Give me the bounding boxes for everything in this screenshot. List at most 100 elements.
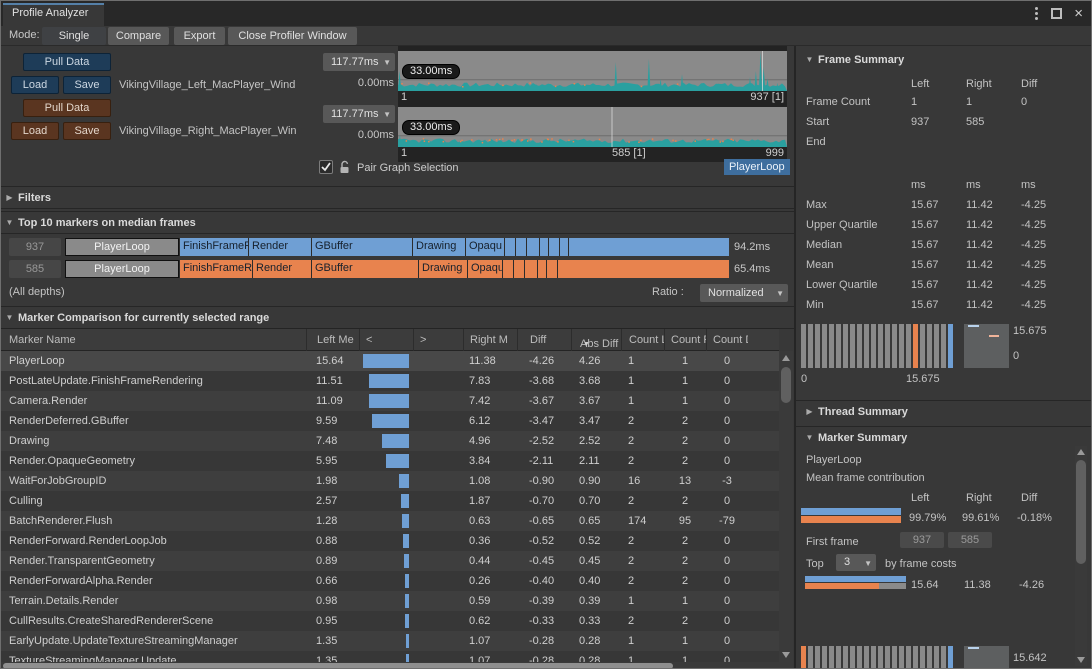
column-header->[interactable]: > [413, 329, 463, 351]
column-header-abs-diff[interactable]: Abs Diff▼ [571, 329, 621, 351]
save-right-button[interactable]: Save [63, 122, 111, 140]
table-row[interactable]: TextureStreamingManager.Update1.351.07-0… [1, 651, 779, 662]
frame-histogram[interactable] [801, 324, 957, 368]
scrollbar-thumb[interactable] [1076, 460, 1086, 564]
cell [413, 531, 463, 551]
marker-segment-small[interactable] [549, 238, 559, 256]
table-row[interactable]: RenderDeferred.GBuffer9.596.12-3.473.472… [1, 411, 779, 431]
marker-segment[interactable]: FinishFrameR [180, 238, 248, 256]
cell: -0.90 [517, 471, 571, 491]
window-menu-icon[interactable] [1034, 6, 1039, 21]
marker-segment[interactable]: PlayerLoop [65, 238, 179, 256]
table-row[interactable]: CullResults.CreateSharedRendererScene0.9… [1, 611, 779, 631]
scrollbar-thumb[interactable] [3, 663, 673, 669]
pair-graph-selection-checkbox[interactable] [319, 160, 333, 174]
table-row[interactable]: Render.OpaqueGeometry5.953.84-2.112.1122… [1, 451, 779, 471]
marker-segment[interactable]: Render [253, 260, 311, 278]
table-row[interactable]: WaitForJobGroupID1.981.08-0.900.901613-3 [1, 471, 779, 491]
maximize-icon[interactable] [1051, 8, 1062, 19]
top10-section-header[interactable]: ▼Top 10 markers on median frames [1, 211, 794, 234]
table-row[interactable]: PlayerLoop15.6411.38-4.264.26110 [1, 351, 779, 371]
marker-segment-small[interactable] [514, 260, 524, 278]
marker-segment-small[interactable] [569, 238, 729, 256]
unlock-icon[interactable] [339, 160, 350, 177]
table-row[interactable]: RenderForwardAlpha.Render0.660.26-0.400.… [1, 571, 779, 591]
table-row[interactable]: Camera.Render11.097.42-3.673.67110 [1, 391, 779, 411]
first-frame-left-button[interactable]: 937 [900, 532, 944, 548]
table-row[interactable]: PostLateUpdate.FinishFrameRendering11.51… [1, 371, 779, 391]
marker-segment[interactable]: Drawing [419, 260, 467, 278]
load-right-button[interactable]: Load [11, 122, 59, 140]
ratio-dropdown[interactable]: Normalized▼ [700, 284, 788, 302]
frame-summary-header[interactable]: ▼Frame Summary [801, 54, 904, 66]
marker-segment-small[interactable] [516, 238, 526, 256]
column-header-right-m[interactable]: Right M [463, 329, 517, 351]
column-header-diff[interactable]: Diff [517, 329, 571, 351]
marker-segment-small[interactable] [547, 260, 557, 278]
filters-section-header[interactable]: ▶Filters [1, 186, 794, 209]
scroll-down-icon[interactable] [782, 652, 790, 658]
column-header-left-me[interactable]: Left Me [306, 329, 359, 351]
table-row[interactable]: EarlyUpdate.UpdateTextureStreamingManage… [1, 631, 779, 651]
pull-data-left-button[interactable]: Pull Data [23, 53, 111, 71]
selected-marker-chip[interactable]: PlayerLoop [724, 159, 790, 175]
panel-scrollbar[interactable] [1075, 446, 1087, 666]
marker-segment-small[interactable] [527, 238, 539, 256]
right-frame-graph[interactable]: 33.00ms [398, 107, 787, 147]
load-left-button[interactable]: Load [11, 76, 59, 94]
export-button[interactable]: Export [174, 27, 225, 45]
thread-summary-header[interactable]: ▶Thread Summary [801, 406, 908, 418]
top-count-dropdown[interactable]: 3▼ [836, 554, 876, 571]
scroll-down-icon[interactable] [1077, 657, 1085, 663]
marker-comparison-header[interactable]: ▼Marker Comparison for currently selecte… [1, 306, 794, 329]
table-row[interactable]: Terrain.Details.Render0.980.59-0.390.391… [1, 591, 779, 611]
column-header-count-d[interactable]: Count D [706, 329, 748, 351]
table-row[interactable]: BatchRenderer.Flush1.280.63-0.650.651749… [1, 511, 779, 531]
first-frame-right-button[interactable]: 585 [948, 532, 992, 548]
scroll-up-icon[interactable] [1077, 449, 1085, 455]
column-header-marker-name[interactable]: Marker Name [1, 329, 306, 351]
table-horizontal-scrollbar[interactable] [1, 662, 793, 669]
table-row[interactable]: Render.TransparentGeometry0.890.44-0.450… [1, 551, 779, 571]
left-range-dropdown[interactable]: 117.77ms▼ [323, 53, 395, 71]
frame-number-button[interactable]: 585 [9, 260, 61, 278]
column-header-count-l[interactable]: Count L [621, 329, 664, 351]
right-range-dropdown[interactable]: 117.77ms▼ [323, 105, 395, 123]
table-row[interactable]: Drawing7.484.96-2.522.52220 [1, 431, 779, 451]
scroll-up-icon[interactable] [782, 355, 790, 361]
summary-value: 585 [966, 113, 984, 131]
mode-compare-button[interactable]: Compare [108, 27, 169, 45]
marker-segment-small[interactable] [503, 260, 513, 278]
marker-segment[interactable]: Opaqu [468, 260, 502, 278]
pull-data-right-button[interactable]: Pull Data [23, 99, 111, 117]
marker-segment[interactable]: GBuffer [312, 238, 412, 256]
marker-histogram[interactable] [801, 646, 957, 669]
table-vertical-scrollbar[interactable] [779, 351, 793, 662]
close-icon[interactable]: × [1074, 8, 1083, 20]
marker-segment[interactable]: Render [249, 238, 311, 256]
save-left-button[interactable]: Save [63, 76, 111, 94]
profile-analyzer-window: Profile Analyzer × Mode: Single Compare … [0, 0, 1092, 669]
marker-segment-small[interactable] [560, 238, 568, 256]
marker-segment-small[interactable] [540, 238, 548, 256]
marker-segment[interactable]: Drawing [413, 238, 465, 256]
column-header-<[interactable]: < [359, 329, 413, 351]
marker-segment-small[interactable] [558, 260, 729, 278]
scrollbar-thumb[interactable] [781, 367, 791, 403]
marker-summary-header[interactable]: ▼Marker Summary [801, 432, 907, 444]
marker-segment[interactable]: PlayerLoop [65, 260, 179, 278]
close-profiler-window-button[interactable]: Close Profiler Window [228, 27, 357, 45]
table-row[interactable]: RenderForward.RenderLoopJob0.880.36-0.52… [1, 531, 779, 551]
marker-segment[interactable]: Opaqu [466, 238, 504, 256]
left-frame-graph[interactable]: 33.00ms [398, 51, 787, 91]
tab-profile-analyzer[interactable]: Profile Analyzer [3, 3, 104, 26]
frame-number-button[interactable]: 937 [9, 238, 61, 256]
table-row[interactable]: Culling2.571.87-0.700.70220 [1, 491, 779, 511]
mode-single-button[interactable]: Single [42, 27, 106, 45]
marker-segment[interactable]: FinishFrameR [180, 260, 252, 278]
marker-segment-small[interactable] [505, 238, 515, 256]
marker-segment-small[interactable] [525, 260, 537, 278]
marker-segment-small[interactable] [538, 260, 546, 278]
column-header-count-r[interactable]: Count R [664, 329, 706, 351]
marker-segment[interactable]: GBuffer [312, 260, 418, 278]
